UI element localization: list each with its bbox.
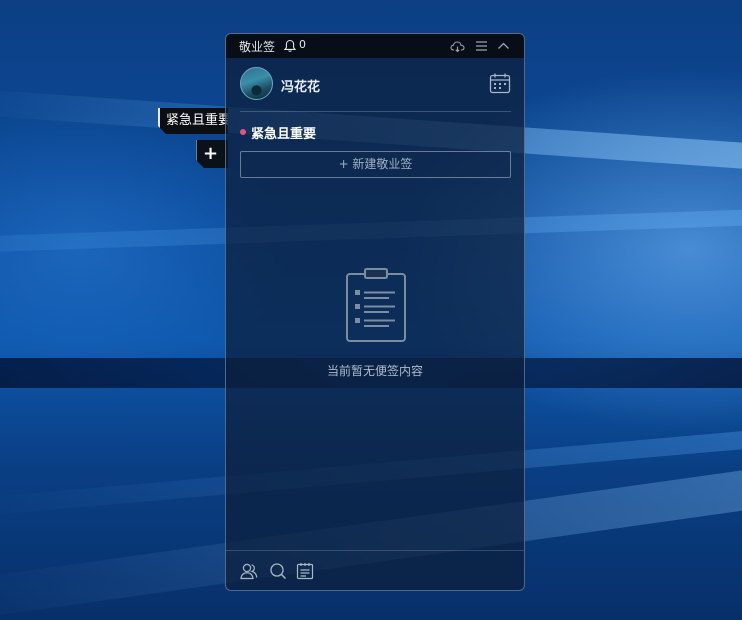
divider bbox=[226, 550, 524, 551]
sticky-note-widget: 敬业签 0 冯花花 紧急且重要 + 新建敬业签 当前暂无便签内容 bbox=[225, 33, 525, 591]
collapse-icon[interactable] bbox=[496, 39, 511, 53]
empty-state-text: 当前暂无便签内容 bbox=[326, 364, 423, 378]
new-note-button[interactable]: + 新建敬业签 bbox=[240, 151, 511, 178]
avatar[interactable] bbox=[240, 67, 273, 100]
collapsed-category-tag[interactable]: 紧急且重要 bbox=[158, 108, 228, 134]
category-color-dot bbox=[240, 129, 246, 135]
calendar-icon[interactable] bbox=[489, 72, 511, 94]
menu-icon[interactable] bbox=[474, 39, 489, 53]
divider bbox=[240, 111, 511, 112]
desktop-background: 紧急且重要 + 敬业签 0 冯花花 紧急且重要 + 新建敬业签 当前暂无便签内容 bbox=[0, 0, 742, 620]
mini-add-button[interactable]: + bbox=[196, 140, 228, 168]
app-title: 敬业签 bbox=[239, 40, 276, 54]
cloud-sync-icon[interactable] bbox=[450, 39, 465, 53]
notification-count: 0 bbox=[299, 38, 306, 51]
contacts-icon[interactable] bbox=[240, 562, 258, 580]
bell-icon[interactable] bbox=[283, 39, 297, 53]
clipboard-icon bbox=[346, 268, 406, 342]
category-title: 紧急且重要 bbox=[251, 127, 317, 142]
notes-list-icon[interactable] bbox=[296, 562, 314, 580]
titlebar[interactable]: 敬业签 0 bbox=[226, 34, 524, 58]
user-name[interactable]: 冯花花 bbox=[281, 76, 320, 95]
search-icon[interactable] bbox=[269, 562, 287, 580]
